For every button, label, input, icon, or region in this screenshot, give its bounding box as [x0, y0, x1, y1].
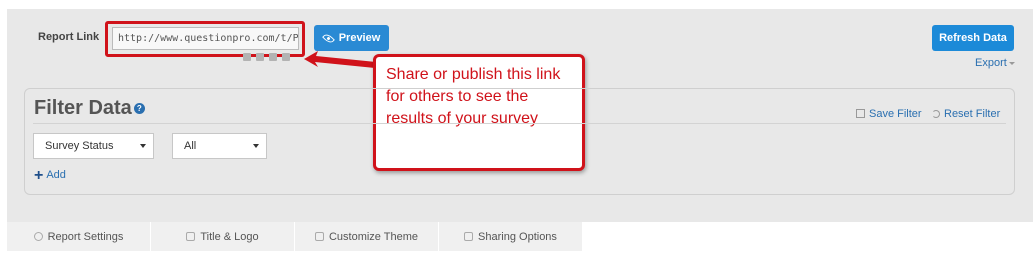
twitter-icon[interactable]	[256, 53, 264, 61]
reset-filter-link[interactable]: Reset Filter	[932, 108, 1000, 120]
tab-label: Title & Logo	[200, 230, 259, 243]
social-share-icons	[243, 53, 290, 61]
export-label: Export	[975, 57, 1007, 69]
undo-icon	[932, 110, 940, 118]
tab-customize-theme[interactable]: Customize Theme	[295, 222, 439, 251]
reset-filter-label: Reset Filter	[944, 108, 1001, 120]
edit-icon	[856, 109, 865, 118]
report-link-label: Report Link	[38, 31, 100, 43]
add-label: Add	[46, 169, 66, 181]
tab-sharing-options[interactable]: Sharing Options	[439, 222, 583, 251]
divider	[33, 123, 1006, 124]
eye-icon	[321, 31, 335, 45]
linkedin-icon[interactable]	[269, 53, 277, 61]
edit-icon	[186, 232, 196, 241]
edit-icon	[314, 232, 324, 241]
chevron-down-icon	[253, 144, 259, 148]
export-dropdown[interactable]: Export	[975, 57, 1015, 69]
add-filter-link[interactable]: + Add	[34, 166, 66, 184]
gears-icon	[33, 232, 43, 241]
tab-report-settings[interactable]: Report Settings	[7, 222, 151, 251]
preview-label: Preview	[338, 32, 381, 44]
callout-arrow-icon	[304, 51, 376, 68]
filter-title-text: Filter Data	[34, 97, 132, 119]
help-icon[interactable]: ?	[133, 103, 145, 115]
tab-label: Sharing Options	[478, 230, 557, 243]
save-filter-label: Save Filter	[869, 108, 922, 120]
status-value-text: All	[184, 140, 197, 152]
bottom-tabs: Report Settings Title & Logo Customize T…	[7, 222, 583, 251]
caret-down-icon	[1008, 61, 1015, 65]
tab-label: Customize Theme	[328, 230, 419, 243]
status-value-select[interactable]: All	[172, 133, 267, 159]
refresh-data-button[interactable]: Refresh Data	[932, 25, 1014, 51]
survey-status-value: Survey Status	[45, 140, 114, 152]
plus-icon: +	[34, 166, 44, 184]
survey-status-select[interactable]: Survey Status	[33, 133, 154, 159]
chevron-down-icon	[140, 144, 146, 148]
tab-title-logo[interactable]: Title & Logo	[151, 222, 295, 251]
filter-title: Filter Data?	[34, 97, 145, 120]
facebook-icon[interactable]	[243, 53, 251, 61]
save-filter-link[interactable]: Save Filter	[856, 108, 922, 120]
share-icon	[464, 232, 474, 241]
report-link-highlight	[105, 21, 305, 57]
tab-label: Report Settings	[47, 230, 124, 243]
email-icon[interactable]	[282, 53, 290, 61]
